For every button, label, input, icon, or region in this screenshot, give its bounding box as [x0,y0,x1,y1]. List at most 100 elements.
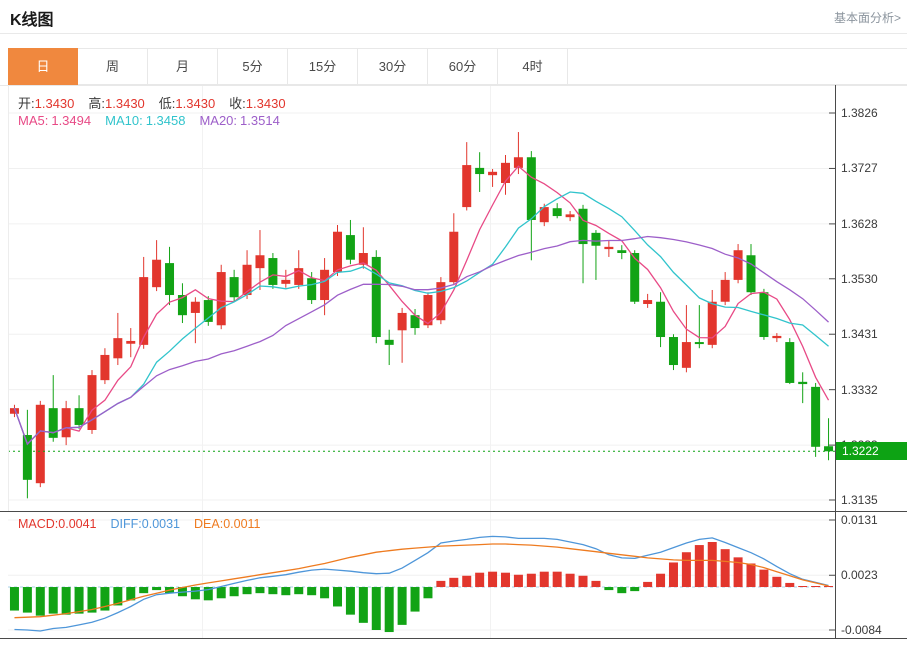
dea-value: 0.0011 [223,517,260,531]
macd-histogram-bar [10,587,19,611]
candle-body [346,235,355,260]
candle-body [217,272,226,325]
macd-histogram-bar [527,574,536,587]
macd-histogram-bar [514,575,523,587]
macd-histogram-bar [617,587,626,593]
candle-body [553,208,562,216]
candle-body [475,168,484,174]
candle-body [139,277,148,345]
candle-body [669,337,678,365]
macd-histogram-bar [759,570,768,587]
macd-histogram-bar [656,574,665,587]
candle-body [604,247,613,249]
ma5-value: 1.3494 [51,113,91,128]
macd-histogram-bar [36,587,45,616]
macd-histogram-bar [695,545,704,587]
candle-body [449,232,458,282]
candle-body [165,263,174,295]
candle-body [62,408,71,437]
macd-histogram-bar [217,587,226,598]
candle-body [191,302,200,313]
macd-histogram-bar [540,572,549,587]
macd-histogram-bar [385,587,394,632]
diff-value: 0.0031 [142,517,180,531]
diff-label: DIFF: [111,517,142,531]
candle-body [23,435,32,480]
dea-line [14,544,828,618]
price-axis-label: 1.3628 [841,216,905,232]
candle-body [824,446,833,451]
macd-histogram-bar [566,574,575,587]
candle-body [811,387,820,447]
price-axis-label: 1.3431 [841,326,905,342]
macd-histogram-bar [281,587,290,595]
ohlc-legend: 开:1.3430高:1.3430低:1.3430收:1.3430 [18,93,286,112]
macd-histogram-bar [682,552,691,587]
macd-histogram-bar [62,587,71,615]
macd-histogram-bar [307,587,316,595]
macd-label: MACD: [18,517,58,531]
macd-histogram-bar [230,587,239,596]
low-value: 1.3430 [175,96,215,111]
macd-histogram-bar [320,587,329,598]
price-axis-label: 1.3826 [841,105,905,121]
macd-histogram-bar [462,576,471,587]
macd-histogram-bar [23,587,32,613]
candle-body [268,258,277,285]
macd-histogram-bar [488,572,497,587]
macd-histogram-bar [824,586,833,587]
candle-body [100,355,109,380]
low-label: 低: [159,96,176,111]
macd-histogram-bar [708,542,717,587]
candle-body [695,342,704,344]
ma10-value: 1.3458 [146,113,186,128]
high-value: 1.3430 [105,96,145,111]
macd-histogram-bar [268,587,277,594]
high-label: 高: [88,96,105,111]
ma10-label: MA10: [105,113,143,128]
ma20-value: 1.3514 [240,113,280,128]
candle-body [385,340,394,345]
macd-histogram-bar [436,581,445,587]
dea-label: DEA: [194,517,223,531]
open-value: 1.3430 [35,96,75,111]
macd-legend: MACD:0.0041DIFF:0.0031DEA:0.0011 [18,517,261,531]
macd-histogram-bar [449,578,458,587]
ma10-line [14,192,828,444]
macd-histogram-bar [798,586,807,587]
candle-body [320,270,329,300]
macd-histogram-bar [643,582,652,587]
candle-body [501,163,510,183]
candle-body [579,209,588,244]
macd-histogram-bar [411,587,420,612]
price-axis-label: 1.3727 [841,160,905,176]
candle-body [113,338,122,358]
macd-axis-label: 0.0023 [841,567,905,583]
macd-histogram-bar [785,583,794,587]
ma20-line [14,237,828,445]
candle-body [255,255,264,268]
ma5-label: MA5: [18,113,48,128]
macd-histogram-bar [669,562,678,587]
ma20-label: MA20: [199,113,237,128]
candle-body [566,214,575,217]
candle-body [462,165,471,207]
kline-widget: K线图 基本面分析> 日周月5分15分30分60分4时 开:1.3430高:1.… [0,0,907,645]
macd-histogram-bar [721,549,730,587]
candle-body [333,232,342,272]
macd-histogram-bar [372,587,381,630]
macd-histogram-bar [591,581,600,587]
macd-histogram-bar [604,587,613,590]
candle-body [36,405,45,483]
macd-histogram-bar [255,587,264,593]
candle-body [682,342,691,368]
candle-body [617,250,626,253]
macd-histogram-bar [294,587,303,594]
candle-body [643,300,652,304]
close-value: 1.3430 [246,96,286,111]
macd-histogram-bar [475,573,484,587]
candle-body [230,277,239,297]
macd-histogram-bar [747,563,756,587]
candle-body [49,408,58,438]
ma5-line [14,166,828,444]
